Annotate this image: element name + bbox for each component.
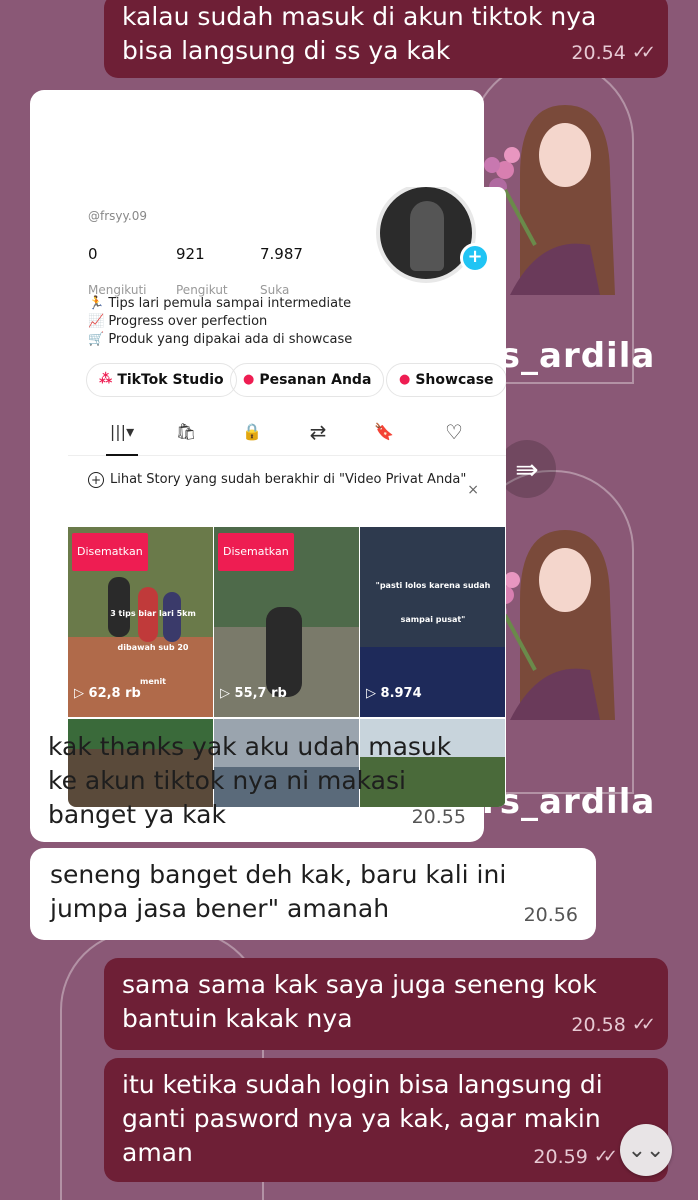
bio-line: 🛒 Produk yang dipakai ada di showcase [88,332,353,347]
wallpaper-brand-text: rs_ardila [482,782,656,822]
bag-icon: ● [243,372,255,387]
profile-tabs: |||▾ 🛍 🔒 ⇄ 🔖 ♡ [68,409,506,456]
message-bubble-incoming[interactable]: @frsyy.09 + 0 Mengikuti 921 Pengikut 7.9… [30,90,506,842]
view-count: ▷ 62,8 rb [74,686,141,701]
bio-line: 📈 Progress over perfection [88,314,268,329]
grid-icon: |||▾ [102,417,142,456]
story-notice: + Lihat Story yang sudah berakhir di "Vid… [88,471,483,498]
message-bubble-incoming[interactable]: seneng banget deh kak, baru kali ini jum… [30,848,596,940]
profile-bio: 🏃 Tips lari pemula sampai intermediate 📈… [88,295,352,349]
message-meta: 20.55 [412,800,466,834]
message-meta: 20.54 ✓✓ [571,36,656,70]
add-story-icon: + [460,243,490,273]
shop-icon: ● [399,372,411,387]
message-text: kak thanks yak aku udah masuk ke akun ti… [48,730,451,832]
video-thumbnail: Disematkan ▷ 55,7 rb [214,527,359,717]
heart-icon: ♡ [445,420,463,444]
pesanan-anda-button: ● Pesanan Anda [230,363,385,397]
forward-arrow-icon[interactable]: ⇛ [498,440,556,498]
message-time: 20.58 [571,1014,626,1036]
close-icon: × [467,482,479,498]
button-label: Showcase [415,372,494,388]
message-time: 20.59 [533,1146,588,1168]
message-text-line: ganti pasword nya ya kak, agar makin [122,1104,601,1133]
video-overlay-text: "pasti lolos karena sudah sampai pusat" [375,581,491,624]
message-bubble-outgoing[interactable]: itu ketika sudah login bisa langsung di … [104,1058,668,1182]
studio-icon: ⁂ [99,372,113,387]
bookmark-icon: 🔖 [374,422,394,441]
lock-icon: 🔒 [242,422,262,441]
video-thumbnail: Disematkan 3 tips biar lari 5km dibawah … [68,527,213,717]
wallpaper-brand-text: rs_ardila [482,336,656,376]
view-count: ▷ 55,7 rb [220,686,287,701]
bio-line: 🏃 Tips lari pemula sampai intermediate [88,296,352,311]
message-time: 20.56 [523,904,578,926]
message-text-line: itu ketika sudah login bisa langsung di [122,1070,603,1099]
message-meta: 20.58 ✓✓ [571,1008,656,1042]
pinned-badge: Disematkan [72,533,148,571]
message-bubble-outgoing[interactable]: kalau sudah masuk di akun tiktok nya bis… [104,0,668,78]
read-ticks-icon: ✓✓ [593,1146,618,1167]
message-text-line: sama sama kak saya juga seneng kok [122,970,597,999]
message-meta: 20.56 [524,898,578,932]
message-meta: 20.59 ✓✓ [533,1140,618,1174]
message-text-line: seneng banget deh kak, baru kali ini [50,860,507,889]
showcase-button: ● Showcase [386,363,506,397]
button-label: Pesanan Anda [259,372,372,388]
tiktok-handle: @frsyy.09 [88,209,147,223]
message-time: 20.54 [571,42,626,64]
repost-icon: ⇄ [309,420,327,444]
view-count: ▷ 8.974 [366,686,422,701]
tiktok-profile-screenshot[interactable]: @frsyy.09 + 0 Mengikuti 921 Pengikut 7.9… [68,187,506,807]
message-text-line: banget ya kak [48,800,226,829]
stat-value: 7.987 [260,245,303,263]
story-icon: + [88,471,104,488]
message-text-line: kak thanks yak aku udah masuk [48,732,452,761]
pinned-badge: Disematkan [218,533,294,571]
story-notice-text: Lihat Story yang sudah berakhir di "Vide… [110,472,467,487]
avatar [376,187,476,283]
double-chevron-down-icon[interactable]: ⌄⌄ [620,1124,672,1176]
message-text-line: jumpa jasa bener" amanah [50,894,390,923]
read-ticks-icon: ✓✓ [631,1014,656,1035]
message-text-line: kalau sudah masuk di akun tiktok nya [122,2,597,31]
stat-value: 921 [176,245,205,263]
stat-value: 0 [88,245,98,263]
video-thumbnail: "pasti lolos karena sudah sampai pusat" … [360,527,505,717]
shopping-bag-icon: 🛍 [175,422,197,441]
message-bubble-outgoing[interactable]: sama sama kak saya juga seneng kok bantu… [104,958,668,1050]
read-ticks-icon: ✓✓ [631,42,656,63]
button-label: TikTok Studio [117,372,224,388]
message-time: 20.55 [411,806,466,828]
message-text-line: ke akun tiktok nya ni makasi [48,766,406,795]
tiktok-studio-button: ⁂ TikTok Studio [86,363,237,397]
